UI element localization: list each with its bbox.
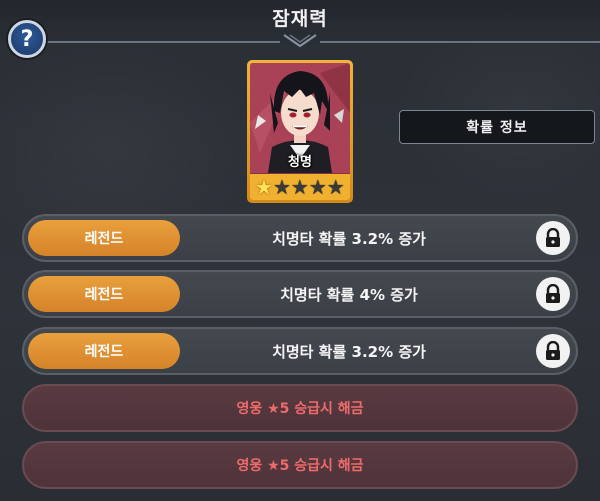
grade-badge: 레전드: [28, 276, 180, 312]
potential-effect: 치명타 확률 3.2% 증가: [272, 229, 426, 248]
hero-card-inner: 청명 ★ ★ ★ ★ ★: [250, 63, 350, 200]
title-ornament-icon: [283, 34, 317, 48]
hero-star-rating: ★ ★ ★ ★ ★: [250, 174, 350, 200]
probability-info-button[interactable]: 확률 정보: [399, 110, 595, 144]
hero-card[interactable]: 청명 ★ ★ ★ ★ ★: [247, 60, 353, 203]
help-button[interactable]: ?: [8, 20, 46, 58]
padlock-icon[interactable]: [536, 334, 570, 368]
star-empty-icon: ★: [290, 175, 309, 199]
question-mark-icon: ?: [20, 26, 34, 52]
potential-slot-1: 레전드 치명타 확률 3.2% 증가: [22, 214, 578, 262]
potential-effect: 치명타 확률 3.2% 증가: [272, 342, 426, 361]
title-divider-left: [40, 41, 280, 43]
padlock-icon[interactable]: [536, 221, 570, 255]
star-filled-icon: ★: [255, 175, 273, 199]
hero-name: 청명: [288, 155, 312, 170]
potential-slot-3: 레전드 치명타 확률 3.2% 증가: [22, 327, 578, 375]
title-divider-right: [320, 41, 600, 43]
star-empty-icon: ★: [272, 175, 291, 199]
star-empty-icon: ★: [326, 175, 345, 199]
padlock-icon[interactable]: [536, 277, 570, 311]
grade-badge: 레전드: [28, 220, 180, 256]
potential-effect: 치명타 확률 4% 증가: [280, 285, 418, 304]
locked-slot-2: 영웅 ★5 승급시 해금: [22, 441, 578, 489]
locked-slot-1: 영웅 ★5 승급시 해금: [22, 384, 578, 432]
grade-badge: 레전드: [28, 333, 180, 369]
potential-slot-2: 레전드 치명타 확률 4% 증가: [22, 270, 578, 318]
star-empty-icon: ★: [308, 175, 327, 199]
page-title: 잠재력: [272, 8, 328, 30]
